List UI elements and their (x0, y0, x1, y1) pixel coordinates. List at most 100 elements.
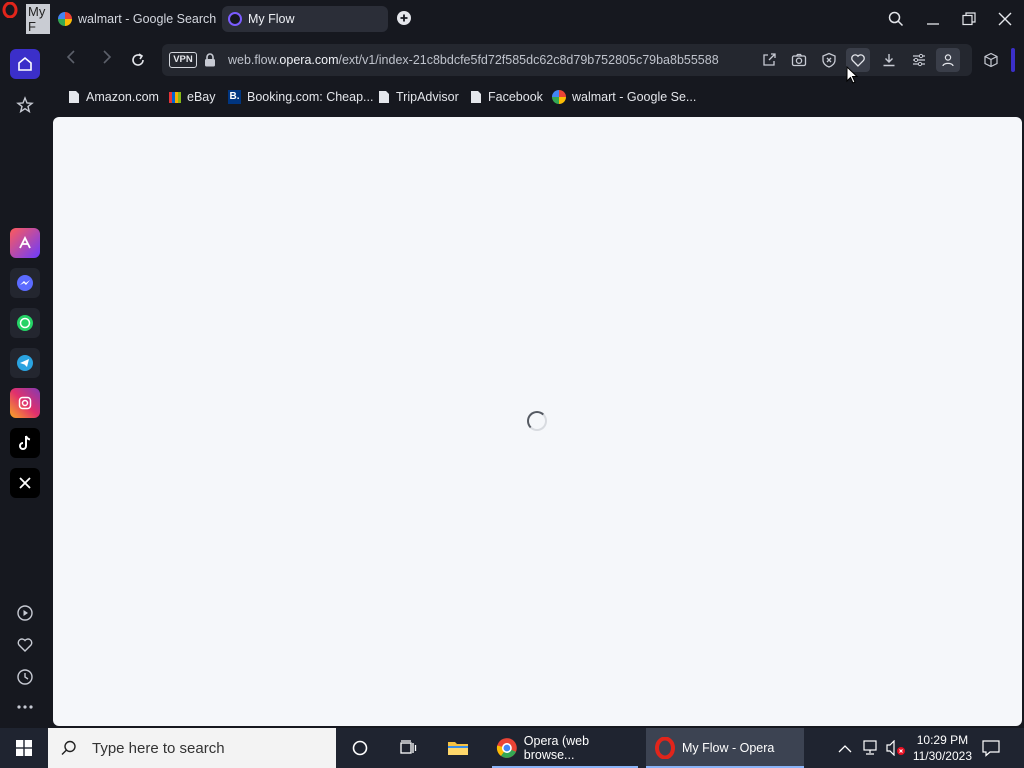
url-prefix: web.flow. (228, 53, 280, 67)
file-explorer-button[interactable] (442, 728, 474, 768)
profile-button[interactable] (936, 48, 960, 72)
page-icon (69, 91, 79, 103)
opera-logo-icon[interactable] (2, 1, 18, 19)
share-button[interactable] (760, 51, 778, 69)
close-window-button[interactable] (998, 12, 1012, 31)
vpn-badge[interactable]: VPN (169, 52, 197, 68)
bookmark-walmart-search[interactable]: walmart - Google Se... (552, 90, 696, 104)
tab-search-button[interactable] (888, 11, 904, 32)
bookmark-label: TripAdvisor (396, 90, 459, 104)
adblock-button[interactable] (820, 51, 838, 69)
taskbar-app-opera-browser[interactable]: Opera (web browse... (488, 728, 642, 768)
restore-button[interactable] (962, 12, 976, 31)
clock-time: 10:29 PM (916, 733, 969, 747)
clock-date: 11/30/2023 (912, 749, 972, 763)
sidebar-more-button[interactable] (10, 692, 40, 722)
snapshot-button[interactable] (790, 51, 808, 69)
downloads-button[interactable] (880, 51, 898, 69)
clock-icon (17, 669, 33, 685)
sidebar-pinboard-button[interactable] (10, 630, 40, 660)
taskbar-search-box[interactable]: Type here to search (48, 728, 336, 768)
sidebar-instagram-button[interactable] (10, 388, 40, 418)
bookmark-label: eBay (187, 90, 216, 104)
camera-icon (791, 53, 807, 67)
window-title-fragment: My F (26, 4, 50, 34)
bookmark-facebook[interactable]: Facebook (470, 90, 543, 104)
taskbar-search-placeholder: Type here to search (92, 739, 225, 757)
taskbar-app-my-flow-opera[interactable]: My Flow - Opera (646, 728, 804, 768)
close-icon (998, 12, 1012, 26)
new-tab-button[interactable] (394, 10, 414, 28)
minimize-button[interactable] (926, 12, 940, 31)
instagram-icon (10, 388, 40, 418)
opera-window: My F walmart - Google Search My Flow VPN… (0, 0, 1024, 728)
home-icon (18, 56, 32, 71)
sidebar-whatsapp-button[interactable] (10, 308, 40, 338)
tab-strip: walmart - Google Search My Flow (50, 0, 1024, 38)
google-g-icon (58, 12, 72, 26)
sidebar-tiktok-button[interactable] (10, 428, 40, 458)
bookmark-booking[interactable]: B. Booking.com: Cheap... (228, 90, 373, 104)
tiktok-icon (10, 428, 40, 458)
sidebar-speed-dial-button[interactable] (10, 90, 40, 120)
heart-icon (17, 638, 33, 652)
search-icon (888, 11, 904, 27)
sidebar-aria-button[interactable] (10, 228, 40, 258)
extensions-button[interactable] (982, 51, 1000, 69)
bookmark-label: walmart - Google Se... (572, 90, 697, 104)
sidebar-accent-strip (1011, 48, 1015, 72)
plus-icon (397, 11, 411, 25)
reload-button[interactable] (129, 51, 147, 69)
taskbar-clock[interactable]: 10:29 PM 11/30/2023 (913, 732, 972, 764)
network-button[interactable] (862, 740, 880, 761)
url-path: /ext/v1/index-21c8bdcfe5fd72f585dc62c8d7… (338, 53, 719, 67)
aria-icon (10, 228, 40, 258)
forward-button[interactable] (98, 48, 116, 66)
bookmark-ebay[interactable]: eBay (169, 90, 216, 104)
volume-button[interactable] (886, 739, 906, 761)
notifications-button[interactable] (982, 739, 1000, 762)
telegram-icon (10, 348, 40, 378)
task-view-button[interactable] (394, 728, 422, 768)
opera-icon (655, 737, 675, 759)
tab-my-flow[interactable]: My Flow (222, 6, 388, 32)
star-icon (16, 96, 34, 114)
address-toolbar: VPN web.flow.opera.com/ext/v1/index-21c8… (50, 40, 1024, 80)
tray-overflow-button[interactable] (838, 741, 852, 759)
share-icon (763, 53, 776, 66)
taskbar-app-label: Opera (web browse... (523, 734, 590, 762)
url-text[interactable]: web.flow.opera.com/ext/v1/index-21c8bdcf… (228, 53, 740, 67)
google-g-icon (552, 90, 566, 104)
folder-icon (448, 742, 468, 755)
more-dots-icon (17, 705, 33, 709)
notification-icon (982, 740, 1000, 757)
cortana-button[interactable] (346, 728, 374, 768)
tab-label: walmart - Google Search (78, 12, 217, 26)
minimize-icon (927, 23, 939, 25)
sidebar-messenger-button[interactable] (10, 268, 40, 298)
play-circle-icon (17, 605, 33, 621)
reload-icon (132, 53, 144, 66)
bookmark-tripadvisor[interactable]: TripAdvisor (378, 90, 459, 104)
sidebar-telegram-button[interactable] (10, 348, 40, 378)
sidebar-history-button[interactable] (10, 662, 40, 692)
back-button[interactable] (62, 48, 80, 66)
task-view-icon (400, 740, 417, 754)
cube-icon (984, 52, 998, 68)
sidebar-player-button[interactable] (10, 598, 40, 628)
taskbar-app-label: My Flow - Opera (682, 741, 775, 755)
chevron-right-icon (103, 50, 112, 64)
start-button[interactable] (0, 728, 48, 768)
opera-sidebar: My F (0, 0, 50, 728)
easy-setup-button[interactable] (910, 51, 928, 69)
tab-walmart-search[interactable]: walmart - Google Search (52, 6, 218, 32)
loading-spinner-icon (527, 411, 547, 431)
sidebar-x-button[interactable] (10, 468, 40, 498)
windows-logo-icon (16, 740, 32, 756)
lock-icon[interactable] (204, 53, 216, 72)
page-viewport (53, 117, 1022, 726)
bookmark-amazon[interactable]: Amazon.com (68, 90, 159, 104)
sidebar-home-button[interactable] (10, 49, 40, 79)
ebay-icon (169, 92, 181, 103)
tab-label: My Flow (248, 12, 295, 26)
